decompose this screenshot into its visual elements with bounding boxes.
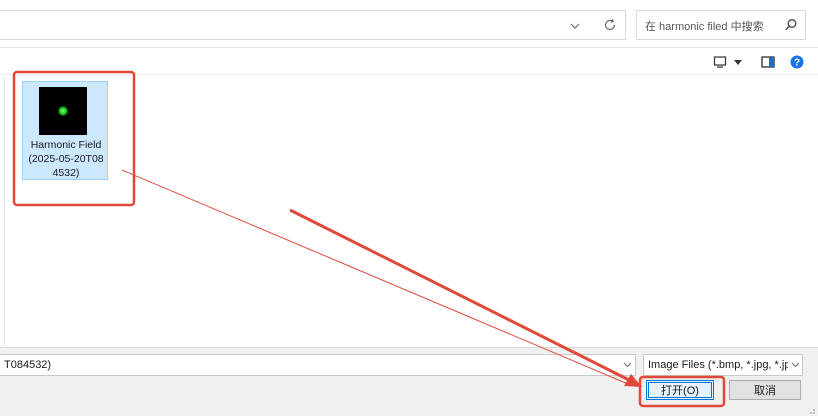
filename-history-chevron-icon[interactable] <box>620 358 634 372</box>
svg-text:?: ? <box>794 58 800 69</box>
filename-input[interactable]: T084532) <box>0 354 636 376</box>
resize-grip-icon[interactable] <box>806 404 816 414</box>
green-glow-dot <box>58 106 68 116</box>
open-button-label: 打开(O) <box>661 385 699 397</box>
file-name-line: 4532) <box>52 167 80 179</box>
file-thumbnail <box>39 87 87 135</box>
refresh-icon[interactable] <box>600 15 620 35</box>
file-item-harmonic-field[interactable]: Harmonic Field (2025-05-20T08 4532) <box>22 81 108 180</box>
search-input[interactable]: 在 harmonic filed 中搜索 <box>636 10 806 40</box>
search-icon[interactable] <box>783 17 799 33</box>
file-name-label: Harmonic Field (2025-05-20T08 4532) <box>23 138 109 180</box>
file-type-select[interactable]: Image Files (*.bmp, *.jpg, *.jpeg <box>643 354 803 376</box>
help-icon[interactable]: ? <box>789 54 805 70</box>
caret-down-icon[interactable] <box>733 54 743 70</box>
view-toolbar: ? <box>0 49 818 75</box>
chevron-down-icon[interactable] <box>567 18 583 34</box>
file-list-area[interactable] <box>4 76 818 346</box>
preview-pane-icon[interactable] <box>760 54 776 70</box>
open-button[interactable]: 打开(O) <box>646 380 714 400</box>
file-name-line: (2025-05-20T08 <box>28 153 104 165</box>
view-options-icon[interactable] <box>712 54 728 70</box>
filename-value: T084532) <box>4 359 52 371</box>
cancel-button-label: 取消 <box>754 385 776 397</box>
file-name-line: Harmonic Field <box>30 139 102 151</box>
file-type-value: Image Files (*.bmp, *.jpg, *.jpeg <box>648 359 788 371</box>
search-placeholder: 在 harmonic filed 中搜索 <box>645 21 764 33</box>
file-type-chevron-icon <box>788 355 802 375</box>
address-bar[interactable] <box>0 10 626 40</box>
cancel-button[interactable]: 取消 <box>729 380 801 400</box>
